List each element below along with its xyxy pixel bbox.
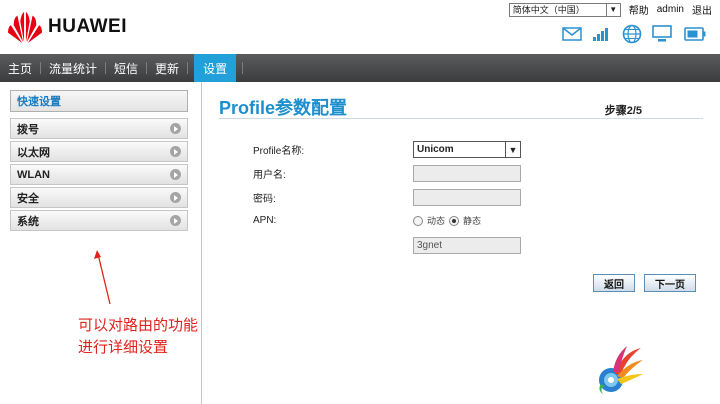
sidebar-item-ethernet[interactable]: 以太网 — [10, 141, 188, 162]
username-label: 用户名: — [253, 170, 286, 181]
sidebar-item-dialup[interactable]: 拨号 — [10, 118, 188, 139]
apn-static-radio[interactable] — [449, 215, 460, 226]
nav-update[interactable]: 更新 — [147, 54, 187, 82]
annotation-text: 可以对路由的功能 进行详细设置 — [78, 315, 198, 359]
chevron-right-icon — [170, 215, 181, 226]
language-select[interactable]: 简体中文（中国） ▼ — [508, 2, 621, 17]
huawei-logo: HUAWEI — [6, 10, 127, 44]
battery-icon — [684, 27, 706, 41]
language-value: 简体中文（中国） — [512, 5, 585, 15]
chevron-right-icon — [170, 169, 181, 180]
monitor-icon[interactable] — [652, 25, 674, 43]
apn-value-row: 3gnet — [253, 237, 521, 254]
sidebar-item-system[interactable]: 系统 — [10, 210, 188, 231]
chevron-right-icon — [170, 192, 181, 203]
sidebar-item-quick-setup[interactable]: 快速设置 — [10, 90, 188, 112]
apn-label: APN: — [253, 215, 277, 226]
status-icons — [562, 24, 706, 44]
sidebar-item-label: 以太网 — [17, 146, 50, 159]
username-input[interactable] — [413, 165, 521, 182]
help-link[interactable]: 帮助 — [629, 2, 649, 17]
nav-divider — [187, 62, 189, 74]
signal-icon — [593, 28, 608, 41]
apn-static-label: 静态 — [463, 216, 482, 226]
profile-name-value: Unicom — [417, 144, 454, 155]
password-label: 密码: — [253, 194, 276, 205]
user-name: admin — [656, 4, 684, 15]
sidebar-item-label: 拨号 — [17, 123, 39, 136]
huawei-logo-icon — [8, 11, 42, 44]
main-content: Profile参数配置 步骤2/5 Profile名称: Unicom ▼ 用户… — [203, 82, 720, 404]
sidebar-item-wlan[interactable]: WLAN — [10, 164, 188, 185]
annotation-arrow-icon — [94, 250, 111, 305]
sidebar-item-label: WLAN — [17, 168, 50, 181]
password-row: 密码: — [253, 189, 521, 206]
title-divider — [219, 118, 703, 119]
next-button[interactable]: 下一页 — [644, 274, 696, 292]
nav-sms[interactable]: 短信 — [106, 54, 146, 82]
chevron-down-icon[interactable]: ▼ — [505, 142, 520, 157]
back-button[interactable]: 返回 — [593, 274, 635, 292]
mail-icon[interactable] — [562, 27, 582, 41]
nav-traffic-stats[interactable]: 流量统计 — [41, 54, 105, 82]
apn-mode-group: 动态 静态 — [413, 214, 481, 227]
nav-home[interactable]: 主页 — [0, 54, 40, 82]
apn-dynamic-radio[interactable] — [413, 215, 423, 226]
profile-name-select[interactable]: Unicom ▼ — [413, 141, 521, 158]
password-input[interactable] — [413, 189, 521, 206]
username-row: 用户名: — [253, 165, 521, 182]
sidebar-item-label: 系统 — [17, 215, 39, 228]
annotation-line-2: 进行详细设置 — [78, 339, 169, 356]
brand-swirl-icon — [599, 346, 643, 394]
apn-input[interactable]: 3gnet — [413, 237, 521, 254]
logout-link[interactable]: 退出 — [692, 2, 712, 17]
sidebar-item-security[interactable]: 安全 — [10, 187, 188, 208]
globe-icon[interactable] — [622, 24, 642, 44]
nav-settings[interactable]: 设置 — [194, 54, 237, 82]
nav-divider — [242, 62, 244, 74]
apn-row: APN: 动态 静态 — [253, 214, 481, 227]
annotation-line-1: 可以对路由的功能 — [78, 317, 199, 334]
sidebar-menu: 拨号 以太网 WLAN 安全 系统 — [10, 118, 188, 233]
brand-name: HUAWEI — [48, 16, 127, 37]
chevron-down-icon[interactable]: ▼ — [605, 3, 620, 16]
chevron-right-icon — [170, 123, 181, 134]
sidebar-item-label: 安全 — [17, 192, 39, 205]
profile-name-label: Profile名称: — [253, 146, 305, 157]
step-indicator: 步骤2/5 — [604, 105, 642, 117]
apn-dynamic-label: 动态 — [427, 216, 446, 226]
header: HUAWEI 简体中文（中国） ▼ 帮助 admin 退出 — [0, 0, 720, 54]
top-links: 简体中文（中国） ▼ 帮助 admin 退出 — [508, 2, 712, 17]
profile-name-row: Profile名称: Unicom ▼ — [253, 141, 521, 158]
main-nav: 主页 流量统计 短信 更新 设置 — [0, 54, 720, 82]
chevron-right-icon — [170, 146, 181, 157]
page-title: Profile参数配置 — [219, 98, 348, 118]
